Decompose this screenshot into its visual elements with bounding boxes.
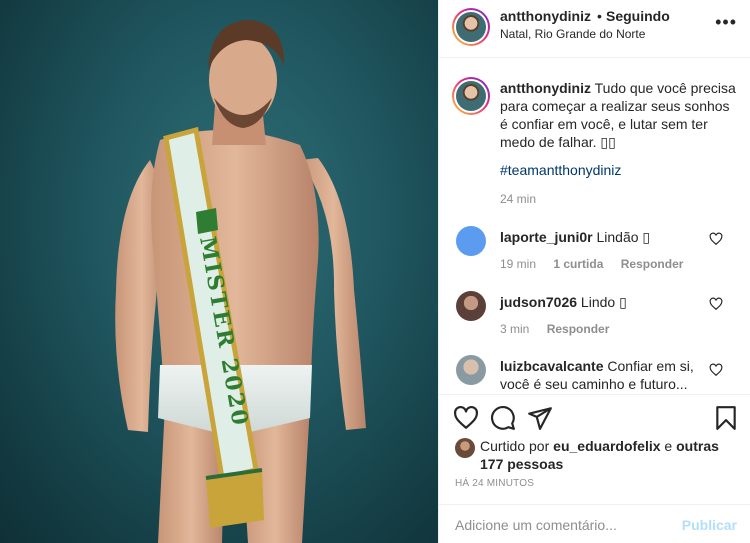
- comment-avatar[interactable]: [456, 226, 486, 256]
- comment-likes[interactable]: 1 curtida: [553, 257, 603, 271]
- liked-by-prefix: Curtido por: [480, 438, 550, 454]
- author-username[interactable]: antthonydiniz: [500, 8, 591, 24]
- comment-avatar[interactable]: [456, 291, 486, 321]
- share-icon[interactable]: [527, 405, 553, 431]
- heart-icon[interactable]: [453, 405, 479, 431]
- post-side-panel: antthonydiniz • Seguindo Natal, Rio Gran…: [438, 0, 750, 543]
- comment-input[interactable]: [455, 513, 665, 537]
- post-time-ago[interactable]: HÁ 24 MINUTOS: [455, 478, 534, 489]
- comment-like-heart-icon[interactable]: [709, 297, 723, 311]
- comment-text: laporte_juni0r Lindão ▯: [500, 228, 708, 246]
- comments-list[interactable]: antthonydiniz Tudo que você precisa para…: [439, 59, 750, 393]
- sash-crest: [196, 208, 218, 234]
- author-avatar[interactable]: [452, 8, 490, 46]
- publish-button[interactable]: Publicar: [682, 517, 737, 533]
- model-illustration: MISTER 2020: [115, 20, 366, 543]
- comment-username[interactable]: laporte_juni0r: [500, 229, 593, 245]
- post-header: antthonydiniz • Seguindo Natal, Rio Gran…: [439, 0, 750, 58]
- follow-status-button[interactable]: Seguindo: [606, 8, 670, 24]
- caption-username[interactable]: antthonydiniz: [500, 80, 591, 96]
- reply-button[interactable]: Responder: [547, 322, 610, 336]
- comment-text: judson7026 Lindo ▯: [500, 293, 708, 311]
- comment-avatar[interactable]: [456, 355, 486, 385]
- comment-body: Lindão ▯: [596, 229, 651, 245]
- comment-like-heart-icon[interactable]: [709, 363, 723, 377]
- separator-dot: •: [597, 8, 602, 24]
- caption-text: antthonydiniz Tudo que você precisa para…: [500, 79, 738, 151]
- instagram-post: MISTER 2020 antthonydiniz • Seguindo Nat…: [0, 0, 750, 543]
- caption-time[interactable]: 24 min: [500, 192, 536, 206]
- add-comment-bar: Publicar: [439, 504, 750, 543]
- comment-time[interactable]: 3 min: [500, 322, 529, 336]
- comment-item: judson7026 Lindo ▯ 3 min Responder: [439, 291, 750, 351]
- comment-item: luizbcavalcante Confiar em si, você é se…: [439, 355, 750, 393]
- comment-username[interactable]: judson7026: [500, 294, 577, 310]
- comment-body: Lindo ▯: [580, 294, 627, 310]
- liked-by-user[interactable]: eu_eduardofelix: [553, 438, 660, 454]
- post-actions: Curtido por eu_eduardofelix e outras 177…: [439, 394, 750, 504]
- comment-like-heart-icon[interactable]: [709, 232, 723, 246]
- comment-icon[interactable]: [490, 405, 516, 431]
- comment-username[interactable]: luizbcavalcante: [500, 358, 604, 374]
- post-location[interactable]: Natal, Rio Grande do Norte: [500, 27, 645, 41]
- bookmark-icon[interactable]: [713, 405, 739, 431]
- caption-avatar[interactable]: [452, 77, 490, 115]
- liked-by-joiner: e: [664, 438, 673, 454]
- comment-text: luizbcavalcante Confiar em si, você é se…: [500, 357, 708, 393]
- post-photo[interactable]: MISTER 2020: [0, 0, 438, 543]
- caption-hashtag[interactable]: #teamantthonydiniz: [500, 162, 621, 178]
- more-horizontal-icon[interactable]: •••: [715, 12, 737, 33]
- liker-avatar[interactable]: [455, 438, 475, 458]
- reply-button[interactable]: Responder: [621, 257, 684, 271]
- comment-meta: 19 min 1 curtida Responder: [500, 257, 697, 271]
- comment-time[interactable]: 19 min: [500, 257, 536, 271]
- comment-meta: 3 min Responder: [500, 322, 623, 336]
- comment-item: laporte_juni0r Lindão ▯ 19 min 1 curtida…: [439, 226, 750, 286]
